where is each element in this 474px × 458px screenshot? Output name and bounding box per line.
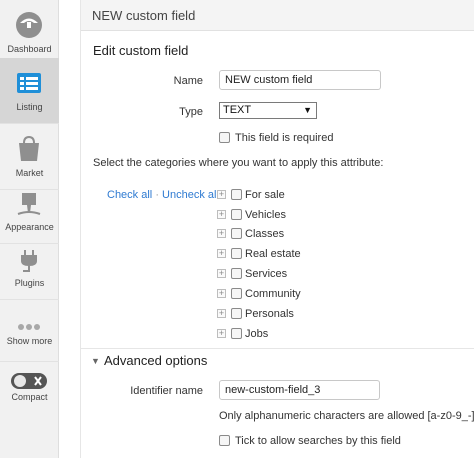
header-bar: NEW custom field: [81, 0, 474, 31]
check-all-link[interactable]: Check all: [107, 189, 152, 201]
category-checkbox[interactable]: [231, 248, 242, 259]
sidebar-label-show-more: Show more: [6, 336, 53, 346]
category-checkbox[interactable]: [231, 288, 242, 299]
categories-prompt: Select the categories where you want to …: [93, 157, 384, 169]
expand-icon[interactable]: +: [217, 329, 226, 338]
link-separator: ·: [155, 189, 159, 201]
sidebar-item-plugins[interactable]: Plugins: [0, 234, 59, 300]
category-checkbox[interactable]: [231, 228, 242, 239]
market-icon: [19, 135, 39, 161]
sidebar-label-listing: Listing: [16, 102, 43, 112]
collapse-arrow-icon: ▼: [91, 356, 100, 366]
chevron-down-icon: ▼: [303, 105, 312, 115]
name-input[interactable]: [219, 70, 381, 90]
expand-icon[interactable]: +: [217, 289, 226, 298]
type-select-value: TEXT: [223, 104, 252, 116]
sidebar-item-compact[interactable]: Compact: [0, 358, 59, 424]
required-label: This field is required: [235, 132, 334, 144]
expand-icon[interactable]: +: [217, 309, 226, 318]
category-checkbox[interactable]: [231, 268, 242, 279]
searchable-label: Tick to allow searches by this field: [235, 435, 401, 447]
category-label: Personals: [245, 308, 294, 320]
sidebar-item-listing[interactable]: Listing: [0, 58, 59, 124]
expand-icon[interactable]: +: [217, 190, 226, 199]
category-checkbox[interactable]: [231, 308, 242, 319]
category-label: Vehicles: [245, 209, 286, 221]
category-checkbox[interactable]: [231, 328, 242, 339]
category-checkbox[interactable]: [231, 209, 242, 220]
uncheck-all-link[interactable]: Uncheck all: [162, 189, 219, 201]
main-content: NEW custom field Edit custom field Name …: [80, 0, 474, 458]
sidebar-label-appearance: Appearance: [5, 222, 54, 232]
type-select[interactable]: TEXT ▼: [219, 102, 317, 119]
searchable-checkbox[interactable]: [219, 435, 230, 446]
listing-icon: [17, 73, 41, 93]
plugins-icon: [21, 250, 37, 272]
category-label: Community: [245, 288, 301, 300]
expand-icon[interactable]: +: [217, 210, 226, 219]
expand-icon[interactable]: +: [217, 229, 226, 238]
sidebar-label-dashboard: Dashboard: [7, 44, 52, 54]
sidebar-label-plugins: Plugins: [14, 278, 45, 288]
category-checkbox[interactable]: [231, 189, 242, 200]
sidebar-label-compact: Compact: [11, 392, 48, 402]
sidebar-item-show-more[interactable]: Show more: [0, 296, 59, 362]
category-toggle-links: Check all · Uncheck all: [107, 189, 219, 201]
identifier-input[interactable]: [219, 380, 380, 400]
category-label: Classes: [245, 228, 285, 240]
identifier-hint: Only alphanumeric characters are allowed…: [219, 410, 474, 422]
sidebar: Dashboard Listing Market Appearance Plug…: [0, 0, 59, 458]
more-icon: [18, 324, 40, 330]
identifier-label: Identifier name: [130, 385, 203, 397]
category-label: Services: [245, 268, 288, 280]
advanced-options-title: Advanced options: [104, 353, 208, 368]
category-label: Jobs: [245, 328, 269, 340]
advanced-options-toggle[interactable]: ▼ Advanced options: [81, 348, 474, 372]
type-label: Type: [179, 106, 203, 118]
dashboard-icon: [16, 12, 42, 38]
appearance-icon: [17, 193, 41, 215]
category-label: For sale: [245, 189, 285, 201]
section-title: Edit custom field: [93, 43, 189, 58]
sidebar-label-market: Market: [15, 168, 44, 178]
expand-icon[interactable]: +: [217, 249, 226, 258]
name-label: Name: [173, 75, 203, 87]
required-checkbox[interactable]: [219, 132, 230, 143]
expand-icon[interactable]: +: [217, 269, 226, 278]
sidebar-item-dashboard[interactable]: Dashboard: [0, 0, 59, 66]
page-title: NEW custom field: [92, 8, 196, 23]
category-label: Real estate: [245, 248, 301, 260]
